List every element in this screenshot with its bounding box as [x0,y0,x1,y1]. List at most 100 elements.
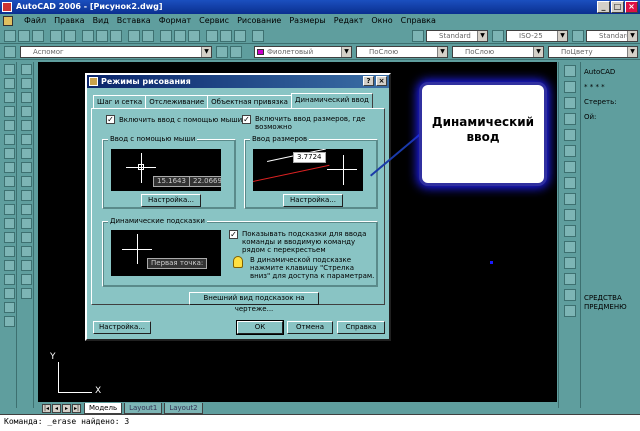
table-style-combo[interactable]: Standard ▼ [586,30,638,42]
dim-text-edit-icon[interactable] [563,273,576,285]
tab-layout2[interactable]: Layout2 [164,402,203,414]
menu-modify[interactable]: Редакт [330,14,368,28]
lineweight-combo[interactable]: ПоСлою ▼ [452,46,544,58]
dim-radius-icon[interactable] [563,113,576,125]
copy-icon[interactable] [96,30,108,42]
dim-style-combo[interactable]: ISO-25 ▼ [506,30,568,42]
chevron-down-icon[interactable]: ▼ [557,31,567,41]
cancel-button[interactable]: Отмена [287,321,333,334]
array-icon[interactable] [20,120,32,131]
pointer-input-checkbox[interactable]: ✓ [106,115,115,124]
center-mark-icon[interactable] [563,241,576,253]
copy-object-icon[interactable] [20,78,32,89]
last-tab-icon[interactable]: ▸| [72,403,81,413]
menu-help[interactable]: Справка [397,14,440,28]
preview-icon[interactable] [64,30,76,42]
dim-update-icon[interactable] [563,289,576,301]
dim-linear-icon[interactable] [563,65,576,77]
pointer-settings-button[interactable]: Настройка... [141,194,201,207]
fillet-icon[interactable] [20,274,32,285]
rotate-icon[interactable] [20,148,32,159]
dim-input-checkbox[interactable]: ✓ [242,115,251,124]
chevron-down-icon[interactable]: ▼ [627,31,637,41]
layer-previous-icon[interactable] [230,46,242,58]
revcloud-icon[interactable] [3,162,15,173]
hatch-icon[interactable] [3,260,15,271]
plotstyle-combo[interactable]: ПоЦвету ▼ [548,46,638,58]
next-tab-icon[interactable]: ▸ [62,403,71,413]
first-tab-icon[interactable]: |◂ [42,403,51,413]
stretch-icon[interactable] [20,176,32,187]
offset-icon[interactable] [20,106,32,117]
chevron-down-icon[interactable]: ▼ [201,47,211,57]
undo-icon[interactable] [128,30,140,42]
rectangle-icon[interactable] [3,120,15,131]
extend-icon[interactable] [20,204,32,215]
side-menu-title[interactable]: AutoCAD [584,68,638,76]
color-combo[interactable]: Фиолетовый ▼ [254,46,352,58]
quick-dim-icon[interactable] [563,161,576,173]
menu-format[interactable]: Формат [155,14,195,28]
side-menu-erase[interactable]: Стереть: [584,98,638,106]
zoom-window-icon[interactable] [188,30,200,42]
point-icon[interactable] [3,246,15,257]
construction-line-icon[interactable] [3,78,15,89]
tab-tracking[interactable]: Отслеживание [145,95,209,108]
text-style-combo[interactable]: Standard ▼ [426,30,488,42]
dim-diameter-icon[interactable] [563,129,576,141]
prev-tab-icon[interactable]: ◂ [52,403,61,413]
close-button[interactable]: × [625,1,638,13]
linetype-combo[interactable]: ПоСлою ▼ [356,46,448,58]
save-icon[interactable] [32,30,44,42]
options-button[interactable]: Настройка... [93,321,151,334]
dim-baseline-icon[interactable] [563,177,576,189]
chevron-down-icon[interactable]: ▼ [437,47,447,57]
paste-icon[interactable] [110,30,122,42]
menu-window[interactable]: Окно [367,14,396,28]
chevron-down-icon[interactable]: ▼ [627,47,637,57]
ok-button[interactable]: ОК [236,320,284,335]
dim-edit-icon[interactable] [563,257,576,269]
menu-view[interactable]: Вид [89,14,113,28]
properties-icon[interactable] [206,30,218,42]
trim-icon[interactable] [20,190,32,201]
spline-icon[interactable] [3,176,15,187]
tool-palettes-icon[interactable] [234,30,246,42]
explode-icon[interactable] [20,288,32,299]
pan-icon[interactable] [160,30,172,42]
dim-ordinate-icon[interactable] [563,97,576,109]
move-icon[interactable] [20,134,32,145]
make-current-icon[interactable] [216,46,228,58]
break-icon[interactable] [20,232,32,243]
chevron-down-icon[interactable]: ▼ [477,31,487,41]
polyline-icon[interactable] [3,92,15,103]
dialog-help-button[interactable]: ? [363,76,374,86]
help-button[interactable]: Справка [337,321,385,334]
break-point-icon[interactable] [20,218,32,229]
dim-continue-icon[interactable] [563,193,576,205]
arc-icon[interactable] [3,134,15,145]
menu-draw[interactable]: Рисование [233,14,285,28]
table-icon[interactable] [3,302,15,313]
dim-settings-button[interactable]: Настройка... [283,194,343,207]
gradient-icon[interactable] [3,274,15,285]
chamfer-icon[interactable] [20,260,32,271]
show-prompts-checkbox[interactable]: ✓ [229,230,238,239]
menu-edit[interactable]: Правка [50,14,88,28]
dim-aligned-icon[interactable] [563,81,576,93]
menu-insert[interactable]: Вставка [113,14,155,28]
erase-icon[interactable] [20,64,32,75]
mirror-icon[interactable] [20,92,32,103]
join-icon[interactable] [20,246,32,257]
ellipse-arc-icon[interactable] [3,204,15,215]
tab-dynamic-input[interactable]: Динамический ввод [290,93,373,108]
menu-dimension[interactable]: Размеры [285,14,329,28]
cut-icon[interactable] [82,30,94,42]
new-icon[interactable] [4,30,16,42]
help-icon[interactable] [252,30,264,42]
tab-object-snap[interactable]: Объектная привязка [207,95,292,108]
layer-combo[interactable]: Аспомог ▼ [20,46,212,58]
redo-icon[interactable] [142,30,154,42]
line-icon[interactable] [3,64,15,75]
dim-style-icon[interactable] [563,305,576,317]
